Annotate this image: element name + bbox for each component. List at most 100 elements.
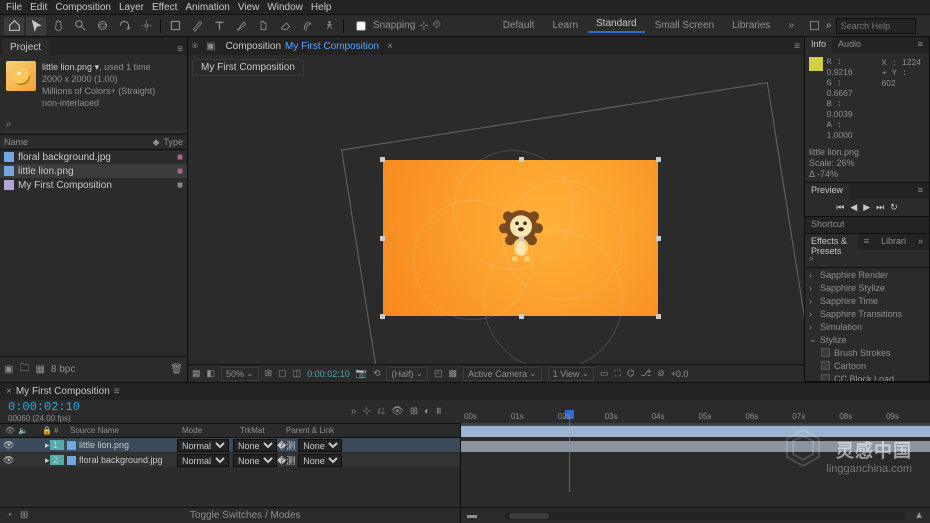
mask-icon[interactable]: ◧ (207, 368, 216, 379)
pen-tool[interactable] (187, 17, 207, 35)
timeline-comp-tab[interactable]: My First Composition (16, 386, 110, 397)
close-tab-icon[interactable]: × (387, 41, 393, 52)
pixel-aspect-icon[interactable]: ▭ (600, 368, 609, 379)
res-auto-icon[interactable]: ⊞ (265, 368, 273, 379)
first-frame-button[interactable]: ⏮ (836, 202, 844, 213)
menu-layer[interactable]: Layer (119, 2, 144, 13)
layer-1-bar[interactable] (461, 426, 930, 437)
preview-tab[interactable]: Preview (805, 183, 849, 199)
panel-menu-icon[interactable]: ≡ (794, 41, 800, 52)
col-name[interactable]: Name (4, 137, 28, 147)
effects-group[interactable]: Simulation (805, 320, 929, 333)
source-name-col[interactable]: Source Name (70, 426, 180, 435)
graph-editor-icon[interactable]: ⩩ (436, 406, 441, 417)
frame-blend-icon[interactable]: ⊞ (410, 406, 418, 417)
zoom-in-icon[interactable]: ▲ (914, 510, 924, 521)
visibility-toggle[interactable]: 👁 (0, 455, 12, 466)
effects-group[interactable]: Stylize (805, 333, 929, 346)
zoom-tool[interactable] (70, 17, 90, 35)
orbit-tool[interactable] (92, 17, 112, 35)
effects-group[interactable]: Sapphire Transitions (805, 307, 929, 320)
workspace-more-icon[interactable]: » (780, 20, 802, 31)
current-time[interactable]: 0:00:02:10 (0, 400, 88, 414)
timeline-icon[interactable]: ⌬ (627, 368, 635, 379)
toggle-switches-modes[interactable]: Toggle Switches / Modes (190, 510, 301, 521)
transparency-icon[interactable]: ▩ (449, 368, 458, 379)
panel-menu-icon[interactable]: ≡ (173, 44, 187, 55)
audio-tab[interactable]: Audio (832, 37, 867, 53)
project-row[interactable]: My First Composition■ (0, 178, 187, 192)
col-type[interactable]: Type (163, 137, 183, 147)
trash-icon[interactable]: 🗑 (170, 364, 183, 375)
blend-mode-select[interactable]: Normal (177, 439, 229, 452)
brush-tool[interactable] (231, 17, 251, 35)
parent-select[interactable]: None (298, 454, 342, 467)
panel-menu-icon[interactable]: ≡ (858, 234, 875, 250)
search-help-input[interactable] (836, 18, 916, 34)
flowchart-tab[interactable]: My First Composition (192, 59, 304, 76)
puppet-tool[interactable] (319, 17, 339, 35)
lock-col-icon[interactable]: 🔒 (42, 426, 52, 435)
comp-mini-flow-icon[interactable]: ⊹ (363, 406, 371, 417)
timeline-layer-row[interactable]: 👁▸2 floral background.jpgNormalNone�测 No… (0, 453, 460, 468)
panel-menu-icon[interactable]: ≡ (912, 183, 929, 199)
workspace-libraries[interactable]: Libraries (724, 20, 778, 31)
alpha-icon[interactable]: ▦ (192, 368, 201, 379)
effect-item[interactable]: CC Block Load (805, 372, 929, 381)
trkmat-select[interactable]: None (233, 454, 277, 467)
viewer-comp-name[interactable]: My First Composition (285, 41, 379, 52)
info-tab[interactable]: Info (805, 37, 832, 53)
parent-col[interactable]: Parent & Link (286, 426, 456, 435)
snapshot-icon[interactable]: 📷 (356, 368, 367, 379)
col-tag-icon[interactable]: ◆ (153, 137, 160, 148)
show-snapshot-icon[interactable]: ⟲ (373, 368, 381, 379)
layer-2-bar[interactable] (461, 441, 930, 452)
menu-file[interactable]: File (6, 2, 22, 13)
project-row[interactable]: floral background.jpg■ (0, 150, 187, 164)
camera-dropdown[interactable]: Active Camera ⌄ (463, 367, 542, 381)
snap-opt-1[interactable]: ⊹ (419, 19, 428, 32)
timeline-layer-row[interactable]: 👁▸1 little lion.pngNormalNone�测 None (0, 438, 460, 453)
composition-preview[interactable] (383, 160, 658, 316)
play-button[interactable]: ▶ (863, 202, 870, 213)
last-frame-button[interactable]: ↻ (890, 202, 898, 213)
zoom-out-icon[interactable]: ▬ (467, 510, 477, 521)
search-layer-icon[interactable]: ⌕ (351, 406, 357, 417)
toggle-switch-icon[interactable]: ⊞ (20, 510, 28, 521)
panel-menu-icon[interactable]: ≡ (912, 37, 929, 53)
flowchart-icon[interactable]: ⎇ (641, 368, 651, 379)
effect-item[interactable]: Cartoon (805, 359, 929, 372)
trkmat-select[interactable]: None (233, 439, 277, 452)
effects-group[interactable]: Sapphire Render (805, 268, 929, 281)
new-comp-icon[interactable]: ▦ (35, 364, 44, 375)
roto-tool[interactable] (297, 17, 317, 35)
fast-preview-icon[interactable]: ⛶ (615, 368, 621, 379)
menu-edit[interactable]: Edit (30, 2, 47, 13)
timeline-zoom-slider[interactable] (505, 512, 906, 520)
project-search-input[interactable]: ⌕ (6, 119, 12, 130)
views-dropdown[interactable]: 1 View ⌄ (548, 367, 594, 381)
interpret-icon[interactable]: ▣ (4, 364, 13, 375)
menu-animation[interactable]: Animation (185, 2, 229, 13)
parent-select[interactable]: None (298, 439, 342, 452)
hand-tool[interactable] (48, 17, 68, 35)
toggle-kf-icon[interactable]: ◔ (6, 510, 12, 521)
eraser-tool[interactable] (275, 17, 295, 35)
snap-opt-2[interactable]: ⟐ (432, 19, 441, 32)
audio-col-icon[interactable]: 🔈 (18, 426, 28, 435)
workspace-learn[interactable]: Learn (544, 20, 586, 31)
libraries-tab[interactable]: Librari (875, 234, 912, 250)
menu-effect[interactable]: Effect (152, 2, 177, 13)
blend-mode-select[interactable]: Normal (177, 454, 229, 467)
new-folder-icon[interactable]: 🗀 (19, 361, 29, 378)
home-button[interactable] (4, 17, 24, 35)
workspace-small[interactable]: Small Screen (647, 20, 722, 31)
exposure-value[interactable]: +0.0 (671, 369, 689, 379)
marker-icon[interactable]: ⍟ (192, 41, 198, 52)
reset-exposure-icon[interactable]: ⊘ (657, 368, 665, 379)
next-frame-button[interactable]: ⏭ (876, 202, 884, 213)
visibility-toggle[interactable]: 👁 (0, 440, 12, 451)
time-readout[interactable]: 0:00:02:10 (307, 369, 350, 379)
shape-tool[interactable] (165, 17, 185, 35)
workspace-standard[interactable]: Standard (588, 18, 645, 33)
